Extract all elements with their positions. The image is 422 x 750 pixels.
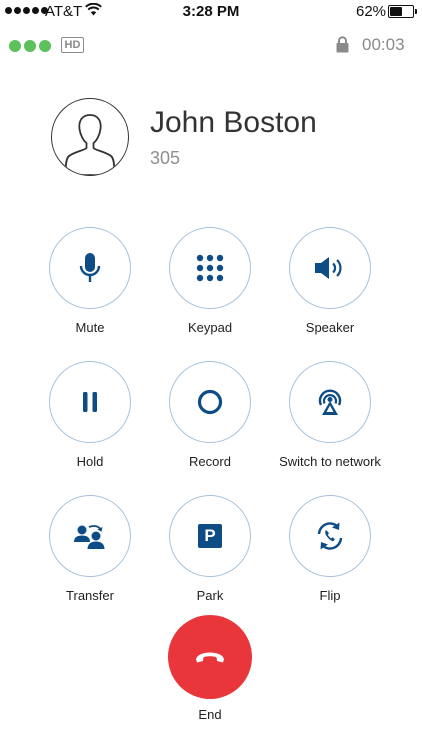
flip-button[interactable]: Flip bbox=[270, 495, 390, 603]
mute-button-ring[interactable] bbox=[49, 227, 131, 309]
switch-to-network-button[interactable]: Switch to network bbox=[270, 361, 390, 469]
end-call-label: End bbox=[198, 707, 222, 722]
hang-up-phone-icon bbox=[196, 652, 224, 663]
transfer-button-ring[interactable] bbox=[49, 495, 131, 577]
microphone-icon bbox=[79, 253, 101, 282]
call-quality-indicator bbox=[9, 40, 51, 52]
record-icon bbox=[197, 389, 223, 415]
mute-label: Mute bbox=[75, 320, 105, 335]
flip-call-icon bbox=[317, 522, 343, 550]
hd-badge: HD bbox=[61, 37, 84, 53]
park-button[interactable]: P Park bbox=[150, 495, 270, 603]
contact-avatar bbox=[51, 98, 129, 176]
transfer-users-icon bbox=[74, 525, 105, 549]
parking-icon-glyph: P bbox=[204, 526, 216, 545]
record-button[interactable]: Record bbox=[150, 361, 270, 469]
record-label: Record bbox=[189, 454, 231, 469]
flip-button-ring[interactable] bbox=[289, 495, 371, 577]
switch-to-network-label: Switch to network bbox=[279, 454, 381, 469]
flip-label: Flip bbox=[319, 588, 341, 603]
speaker-icon bbox=[315, 257, 342, 279]
speaker-label: Speaker bbox=[305, 320, 355, 335]
person-silhouette-icon bbox=[64, 114, 116, 175]
transfer-button[interactable]: Transfer bbox=[30, 495, 150, 603]
battery-icon bbox=[388, 5, 417, 18]
speaker-button-ring[interactable] bbox=[289, 227, 371, 309]
park-button-ring[interactable]: P bbox=[169, 495, 251, 577]
keypad-icon bbox=[196, 254, 224, 282]
contact-name: John Boston bbox=[150, 106, 317, 139]
battery-percent: 62% bbox=[356, 3, 387, 20]
mute-button[interactable]: Mute bbox=[30, 227, 150, 335]
status-bar: AT&T 3:28 PM 62% bbox=[0, 0, 422, 24]
park-label: Park bbox=[196, 588, 224, 603]
switch-to-network-button-ring[interactable] bbox=[289, 361, 371, 443]
transfer-label: Transfer bbox=[66, 588, 114, 603]
hold-button[interactable]: Hold bbox=[30, 361, 150, 469]
record-button-ring[interactable] bbox=[169, 361, 251, 443]
parking-icon: P bbox=[198, 524, 222, 548]
contact-number: 305 bbox=[150, 148, 181, 168]
lock-icon bbox=[336, 36, 349, 53]
keypad-label: Keypad bbox=[187, 320, 233, 335]
hold-button-ring[interactable] bbox=[49, 361, 131, 443]
keypad-button-ring[interactable] bbox=[169, 227, 251, 309]
call-duration: 00:03 bbox=[362, 35, 405, 54]
end-call-button[interactable]: End bbox=[150, 615, 270, 722]
end-call-button-circle[interactable] bbox=[168, 615, 252, 699]
keypad-button[interactable]: Keypad bbox=[150, 227, 270, 335]
hold-label: Hold bbox=[76, 454, 104, 469]
speaker-button[interactable]: Speaker bbox=[270, 227, 390, 335]
pause-icon bbox=[83, 392, 97, 412]
antenna-broadcast-icon bbox=[318, 389, 342, 415]
